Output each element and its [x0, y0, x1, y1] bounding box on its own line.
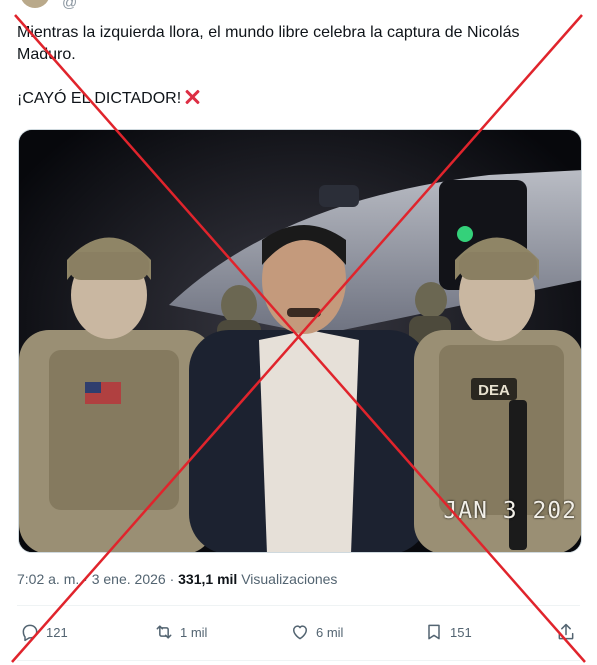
photo-scene: DEA	[19, 130, 581, 552]
heart-icon	[293, 625, 307, 640]
divider-bottom	[17, 660, 580, 661]
tweet-meta: 7:02 a. m. · 3 ene. 2026 · 331,1 mil Vis…	[17, 571, 337, 587]
author-handle[interactable]: @	[62, 0, 77, 11]
reply-icon	[22, 624, 38, 642]
tweet-headline: ¡CAYÓ EL DICTADOR!	[17, 88, 577, 110]
views-count[interactable]: 331,1 mil	[178, 571, 237, 587]
svg-text:DEA: DEA	[478, 382, 510, 399]
tweet-date[interactable]: 3 ene. 2026	[92, 571, 166, 587]
repost-button[interactable]: 1 mil	[154, 620, 207, 644]
repost-icon	[156, 625, 172, 639]
reply-button[interactable]: 121	[20, 620, 68, 644]
photo-datestamp: JAN 3 202	[443, 498, 577, 524]
green-light	[457, 226, 473, 242]
repost-count: 1 mil	[180, 624, 208, 640]
divider	[17, 605, 580, 606]
reply-count: 121	[46, 624, 68, 640]
avatar[interactable]	[20, 0, 50, 8]
share-icon	[558, 623, 574, 640]
tweet-time[interactable]: 7:02 a. m.	[17, 571, 79, 587]
like-button[interactable]: 6 mil	[290, 620, 343, 644]
share-button[interactable]	[556, 620, 576, 644]
cross-mark-icon	[184, 89, 200, 105]
like-count: 6 mil	[316, 624, 344, 640]
action-bar: 121 1 mil 6 mil 151	[0, 620, 597, 644]
meta-separator: ·	[83, 571, 88, 587]
meta-separator-2: ·	[169, 571, 175, 587]
bookmark-icon	[428, 624, 440, 640]
tweet-photo[interactable]: DEA JAN 3 202	[18, 129, 582, 553]
bookmark-count: 151	[450, 624, 472, 640]
tweet-text: Mientras la izquierda llora, el mundo li…	[17, 22, 577, 110]
tweet-body: Mientras la izquierda llora, el mundo li…	[17, 24, 520, 63]
bookmark-button[interactable]: 151	[424, 620, 472, 644]
tweet-headline-text: ¡CAYÓ EL DICTADOR!	[17, 90, 182, 107]
views-label[interactable]: Visualizaciones	[241, 571, 337, 587]
